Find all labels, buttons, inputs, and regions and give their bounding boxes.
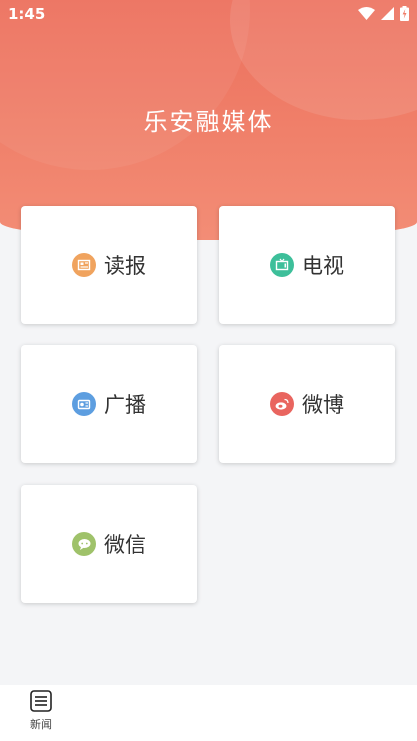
tv-icon: [270, 253, 294, 277]
weibo-card[interactable]: 微博: [219, 345, 395, 463]
weibo-icon: [270, 392, 294, 416]
wechat-card[interactable]: 微信: [21, 485, 197, 603]
bottom-nav: 新闻: [0, 685, 417, 741]
page-title: 乐安融媒体: [143, 108, 274, 136]
newspaper-icon: [72, 253, 96, 277]
wifi-icon: [358, 7, 375, 20]
status-time: 1:45: [8, 5, 46, 23]
radio-label: 广播: [104, 393, 146, 417]
weibo-label: 微博: [302, 393, 344, 417]
radio-icon: [72, 392, 96, 416]
status-bar: 1:45: [0, 0, 417, 30]
battery-charging-icon: [400, 6, 409, 21]
wechat-label: 微信: [104, 533, 146, 557]
news-list-icon: [30, 690, 52, 712]
radio-card[interactable]: 广播: [21, 345, 197, 463]
nav-label-news: 新闻: [30, 718, 52, 731]
nav-item-news[interactable]: 新闻: [14, 689, 68, 739]
reading-card[interactable]: 读报: [21, 206, 197, 324]
wechat-icon: [72, 532, 96, 556]
tv-card[interactable]: 电视: [219, 206, 395, 324]
signal-icon: [381, 7, 394, 20]
tv-label: 电视: [302, 254, 344, 278]
reading-label: 读报: [104, 254, 146, 278]
